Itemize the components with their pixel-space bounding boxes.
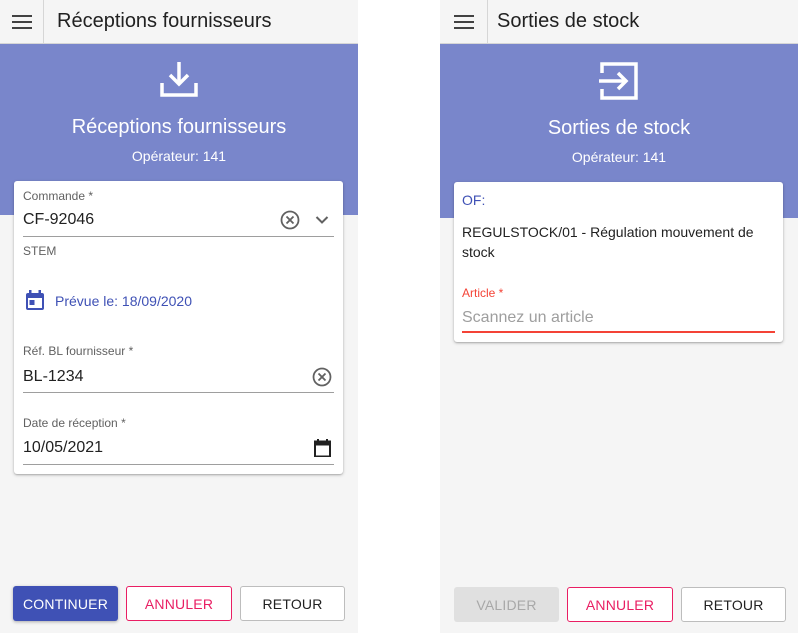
reception-date-underline xyxy=(23,464,334,465)
reception-form-card: Commande * CF-92046 STEM Prévue le: 18/0… xyxy=(14,181,343,474)
operator-label: Opérateur: 141 xyxy=(131,148,227,164)
open-calendar-button[interactable] xyxy=(311,437,333,459)
app-bar: Sorties de stock xyxy=(440,0,798,44)
calendar-icon xyxy=(26,290,44,310)
clear-order-button[interactable] xyxy=(279,209,301,231)
clear-circle-icon xyxy=(312,367,332,387)
operator-label: Opérateur: 141 xyxy=(571,149,667,165)
app-bar: Réceptions fournisseurs xyxy=(0,0,358,44)
clear-circle-icon xyxy=(280,210,300,230)
supplier-ref-label: Réf. BL fournisseur * xyxy=(23,344,134,358)
cancel-button[interactable]: ANNULER xyxy=(126,586,232,621)
of-label: OF: xyxy=(462,192,486,208)
stock-exit-screen: Sorties de stock Sorties de stock Opérat… xyxy=(440,0,798,633)
banner-title: Sorties de stock xyxy=(547,117,691,139)
order-label: Commande * xyxy=(23,189,94,203)
article-input[interactable] xyxy=(462,306,774,330)
back-button[interactable]: RETOUR xyxy=(681,587,786,622)
back-button[interactable]: RETOUR xyxy=(240,586,345,621)
cancel-button[interactable]: ANNULER xyxy=(567,587,673,622)
clear-supplier-ref-button[interactable] xyxy=(311,366,333,388)
order-select[interactable]: CF-92046 xyxy=(23,211,94,229)
exit-arrow-icon xyxy=(599,62,638,100)
order-underline xyxy=(23,236,334,237)
of-value: REGULSTOCK/01 - Régulation mouvement de … xyxy=(462,224,754,260)
reception-date-input[interactable]: 10/05/2021 xyxy=(23,439,103,457)
reception-screen: Réceptions fournisseurs Réceptions fourn… xyxy=(0,0,358,633)
menu-icon xyxy=(11,14,32,29)
supplier-ref-input[interactable]: BL-1234 xyxy=(23,368,84,386)
menu-button[interactable] xyxy=(0,0,44,44)
download-tray-icon xyxy=(160,62,198,97)
stock-exit-form-card: OF: REGULSTOCK/01 - Régulation mouvement… xyxy=(454,182,783,342)
menu-icon xyxy=(453,14,474,29)
page-title: Sorties de stock xyxy=(497,10,640,32)
article-label: Article * xyxy=(462,286,504,300)
banner-title: Réceptions fournisseurs xyxy=(71,116,287,138)
reception-date-label: Date de réception * xyxy=(23,416,126,430)
page-title: Réceptions fournisseurs xyxy=(57,10,272,32)
chevron-down-icon xyxy=(315,216,329,224)
calendar-icon xyxy=(313,439,331,457)
supplier-ref-underline xyxy=(23,392,334,393)
order-dropdown-button[interactable] xyxy=(311,209,333,231)
validate-button[interactable]: VALIDER xyxy=(454,587,559,622)
continue-button[interactable]: CONTINUER xyxy=(13,586,118,621)
article-underline xyxy=(462,331,775,333)
supplier-name: STEM xyxy=(23,244,57,258)
menu-button[interactable] xyxy=(440,0,488,44)
planned-date: Prévue le: 18/09/2020 xyxy=(55,293,192,309)
